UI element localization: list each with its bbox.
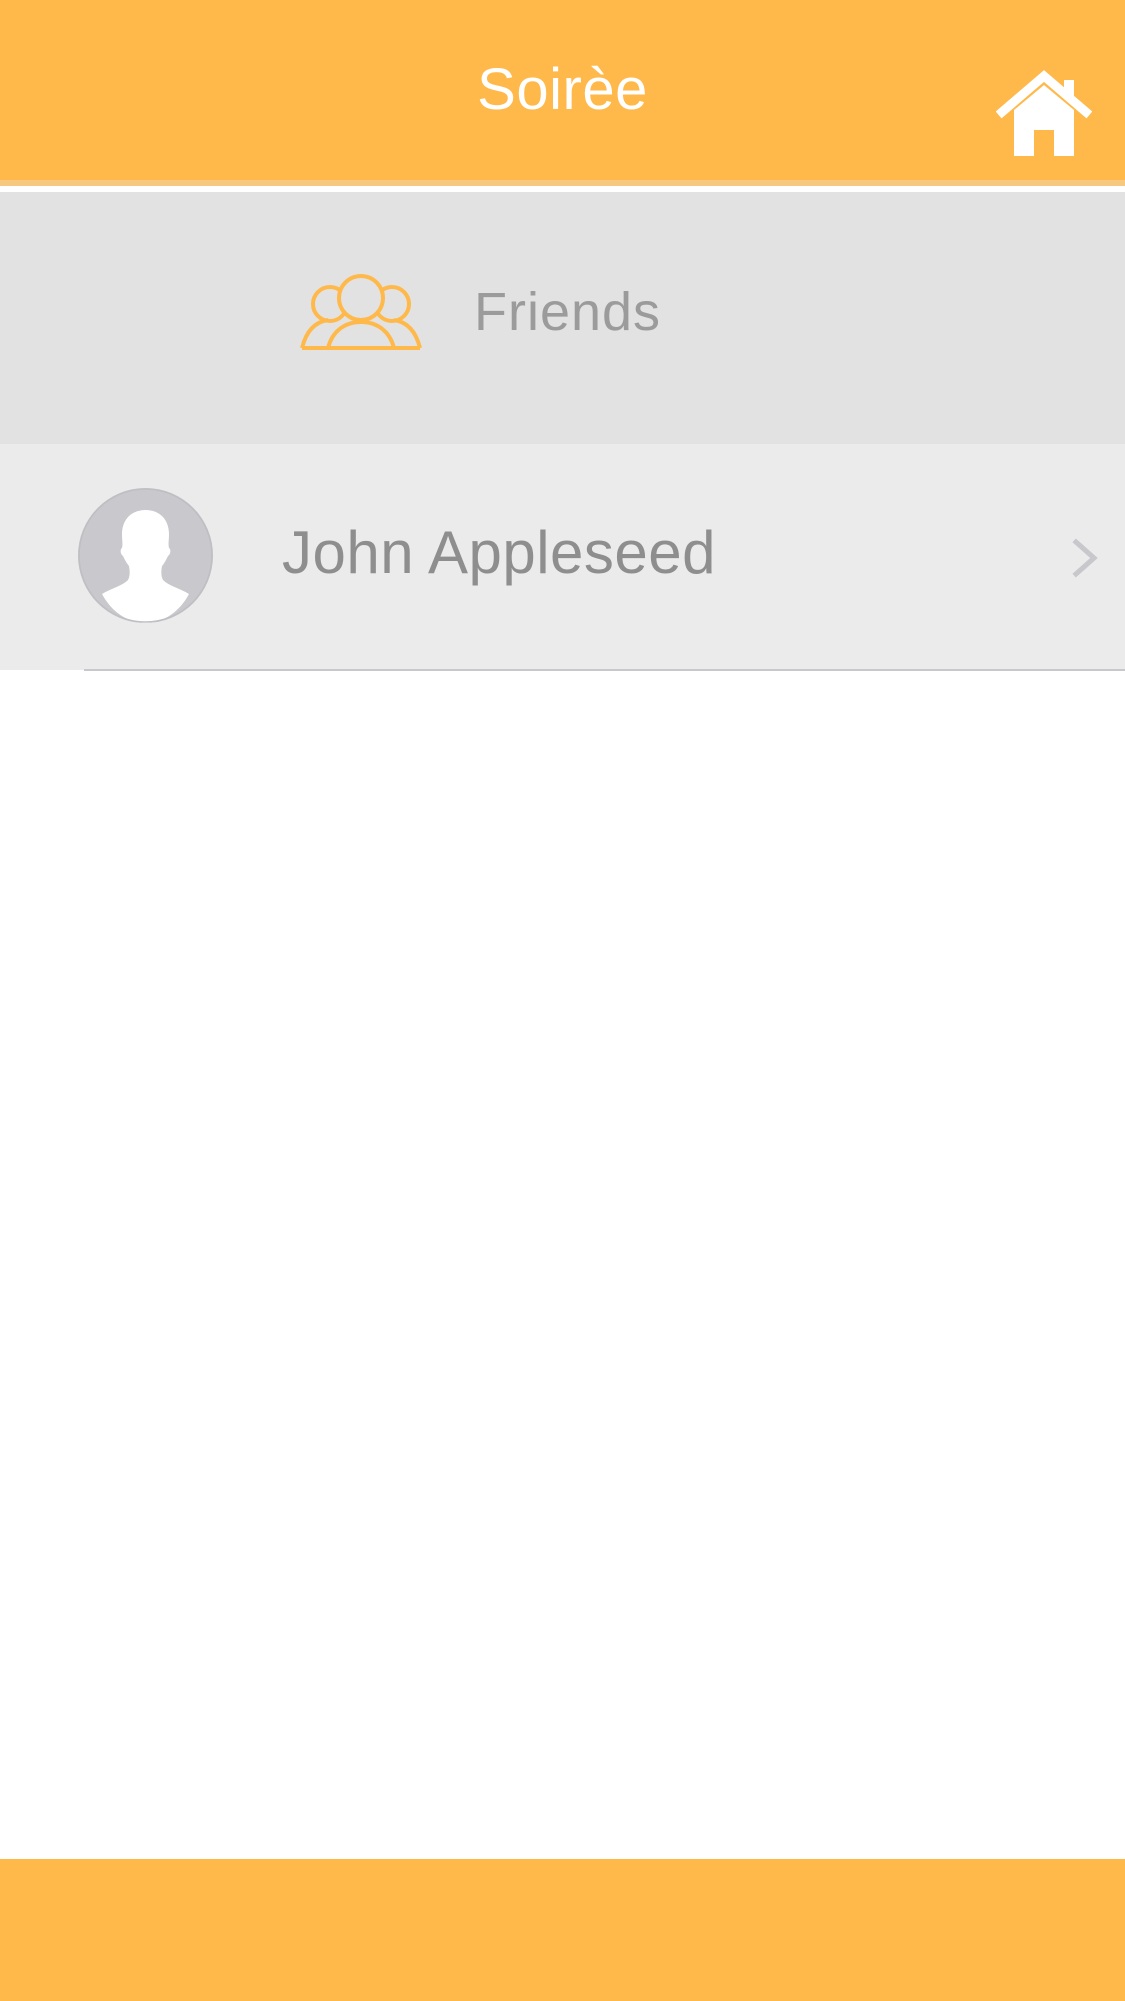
friends-group-icon bbox=[300, 274, 422, 352]
row-separator bbox=[84, 669, 1125, 671]
home-icon bbox=[996, 70, 1092, 156]
bottom-bar bbox=[0, 1859, 1125, 2001]
app-screen: Soirèe Friends John Appleseed bbox=[0, 0, 1125, 2001]
navigation-bar: Soirèe bbox=[0, 0, 1125, 186]
friend-name: John Appleseed bbox=[282, 518, 717, 586]
default-avatar-icon bbox=[78, 488, 213, 623]
home-button[interactable] bbox=[996, 70, 1092, 156]
avatar bbox=[78, 488, 213, 623]
chevron-right-icon bbox=[1068, 536, 1102, 580]
section-title: Friends bbox=[474, 282, 662, 342]
page-title: Soirèe bbox=[477, 56, 648, 122]
